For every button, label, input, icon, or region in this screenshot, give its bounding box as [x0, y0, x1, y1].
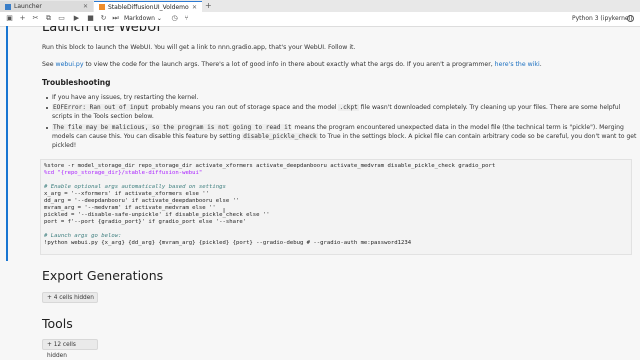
close-icon[interactable]: ✕ — [192, 4, 197, 11]
paste-icon[interactable]: ▭ — [57, 14, 66, 23]
tab-notebook[interactable]: StableDiffusionUI_Voldemo ✕ — [94, 1, 202, 12]
code-line: dd_arg = '--deepdanbooru' if activate_de… — [44, 198, 240, 204]
see-paragraph: See webui.py to view the code for the la… — [42, 61, 542, 69]
text-cursor-icon: I — [223, 207, 226, 215]
export-heading: Export Generations — [42, 268, 164, 283]
add-cell-icon[interactable]: + — [18, 14, 27, 23]
cut-icon[interactable]: ✂ — [31, 14, 40, 23]
bullet — [46, 107, 48, 109]
notebook-toolbar: ▣ + ✂ ⧉ ▭ ▶ ■ ↻ ⏭ Markdown ⌄ ◷ ⑂ Python … — [0, 12, 640, 27]
fast-forward-icon[interactable]: ⏭ — [111, 14, 120, 23]
text: models can cause this. You can disable t… — [52, 133, 243, 140]
inline-code: .ckpt — [338, 104, 359, 111]
webui-link[interactable]: webui.py — [56, 61, 84, 68]
close-icon[interactable]: ✕ — [83, 3, 88, 10]
bullet-pickle-cont: models can cause this. You can disable t… — [52, 133, 636, 141]
inline-code: EOFError: Ran out of input — [52, 104, 150, 111]
save-icon[interactable]: ▣ — [5, 14, 14, 23]
restart-icon[interactable]: ↻ — [99, 14, 108, 23]
text: to True in the settings block. A pickel … — [317, 133, 637, 140]
notebook-content: Launch the WebUI Run this block to launc… — [0, 26, 640, 360]
cell-type-value: Markdown — [124, 15, 155, 22]
bullet-eoferror-cont: scripts in the Tools section below. — [52, 113, 154, 120]
hidden-count: 4 cells hidden — [53, 295, 94, 301]
code-line: port = f'--port {gradio_port}' if gradio… — [44, 219, 247, 225]
text: See — [42, 61, 56, 68]
code-cell[interactable]: %store -r model_storage_dir repo_storage… — [40, 159, 632, 255]
text: probably means you ran out of storage sp… — [149, 104, 339, 111]
notebook-icon — [99, 4, 105, 10]
git-icon[interactable]: ⑂ — [182, 14, 191, 23]
code-line: %cd "{repo_storage_dir}/stable-diffusion… — [44, 170, 203, 176]
bullet-restart: If you have any issues, try restarting t… — [52, 94, 199, 101]
code-line: # Enable optional args automatically bas… — [44, 184, 226, 190]
intro-paragraph: Run this block to launch the WebUI. You … — [42, 44, 356, 51]
bullet — [46, 127, 48, 129]
inline-code: The file may be malicious, so the progra… — [52, 124, 293, 131]
plus-icon: + — [47, 295, 52, 301]
active-cell-indicator — [6, 26, 8, 261]
bullet-eoferror: EOFError: Ran out of input probably mean… — [52, 104, 620, 112]
code-line: mvram_arg = '--medvram' if activate_medv… — [44, 205, 216, 211]
chevron-down-icon: ⌄ — [156, 15, 162, 22]
tools-heading: Tools — [42, 316, 73, 331]
text: means the program encountered unexpected… — [292, 124, 624, 131]
troubleshooting-heading: Troubleshooting — [42, 78, 111, 87]
export-hidden-cells-button[interactable]: + 4 cells hidden — [42, 292, 98, 303]
bullet — [46, 97, 48, 99]
code-line: pickled = '--disable-safe-unpickle' if d… — [44, 212, 270, 218]
tools-hidden-cells-button[interactable]: + 12 cells hidden — [42, 339, 98, 359]
tab-label: StableDiffusionUI_Voldemo — [108, 3, 189, 11]
tab-launcher[interactable]: Launcher ✕ — [0, 1, 93, 12]
code-line: !python webui.py {x_arg} {dd_arg} {mvram… — [44, 240, 412, 246]
wiki-link[interactable]: here's the wiki — [495, 61, 540, 68]
tab-label: Launcher — [14, 3, 42, 10]
stop-icon[interactable]: ■ — [86, 14, 95, 23]
hidden-count: 12 cells hidden — [47, 342, 76, 359]
section-heading: Launch the WebUI — [42, 26, 161, 35]
kernel-status-icon — [627, 15, 634, 22]
plus-icon: + — [47, 342, 52, 348]
text: to view the code for the launch args. Th… — [83, 61, 495, 68]
cell-type-select[interactable]: Markdown ⌄ — [124, 14, 164, 23]
copy-icon[interactable]: ⧉ — [44, 14, 53, 23]
code-line: # Launch args go below: — [44, 233, 122, 239]
launcher-icon — [5, 3, 11, 10]
run-icon[interactable]: ▶ — [72, 14, 81, 23]
text: . — [539, 61, 542, 68]
inline-code: disable_pickle_check — [242, 133, 318, 140]
bullet-pickle-end: pickled! — [52, 142, 77, 149]
clock-icon[interactable]: ◷ — [170, 14, 179, 23]
new-tab-button[interactable]: + — [205, 1, 212, 10]
text: file wasn't downloaded completely. Try c… — [358, 104, 621, 111]
bullet-pickle: The file may be malicious, so the progra… — [52, 124, 624, 132]
code-line: %store -r model_storage_dir repo_storage… — [44, 163, 496, 169]
code-line: x_arg = '--xformers' if activate_xformer… — [44, 191, 210, 197]
kernel-name[interactable]: Python 3 (ipykernel) — [572, 14, 633, 23]
